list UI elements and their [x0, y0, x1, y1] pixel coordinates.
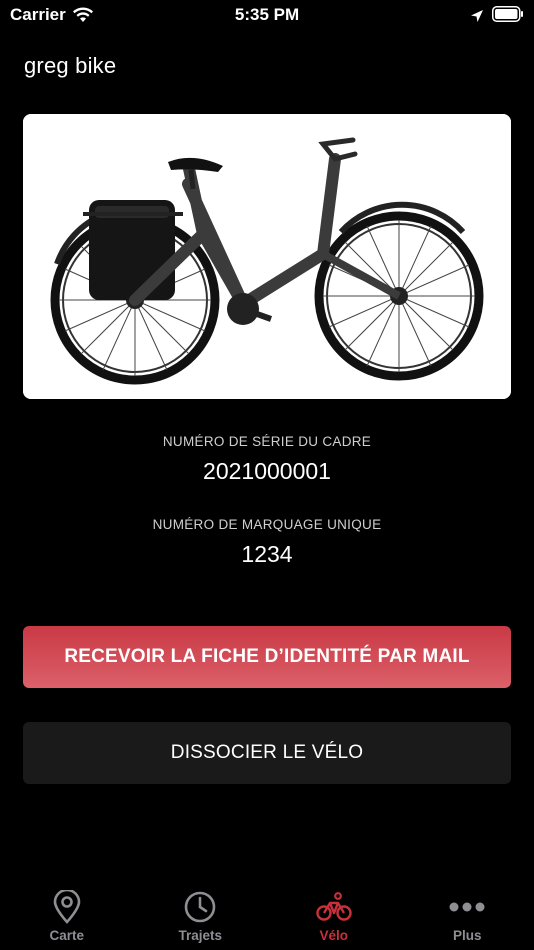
tab-label-velo: Vélo: [319, 928, 348, 943]
clock-time: 5:35 PM: [234, 5, 300, 24]
clock-icon: [183, 890, 217, 924]
frame-serial-value: 2021000001: [203, 458, 331, 484]
tab-trajets[interactable]: Trajets: [134, 880, 268, 950]
frame-serial-label: NUMÉRO DE SÉRIE DU CADRE: [162, 434, 372, 449]
unique-marking-label: NUMÉRO DE MARQUAGE UNIQUE: [152, 517, 382, 532]
tab-carte[interactable]: Carte: [0, 880, 134, 950]
bike-name-title: greg bike: [24, 53, 117, 78]
tab-label-trajets: Trajets: [178, 928, 223, 943]
tab-label-plus: Plus: [452, 928, 482, 943]
bike-photo: [23, 114, 511, 399]
unique-marking-value: 1234: [241, 541, 293, 567]
tab-bar: Carte Trajets Vélo Plus: [0, 880, 534, 950]
tab-plus[interactable]: Plus: [401, 880, 534, 950]
status-bar: Carrier 5:35 PM: [0, 0, 534, 30]
location-arrow-icon: [470, 8, 484, 28]
battery-icon: [492, 6, 524, 27]
dissociate-bike-button[interactable]: DISSOCIER LE VÉLO: [23, 722, 511, 784]
map-pin-icon: [52, 890, 82, 924]
tab-velo[interactable]: Vélo: [267, 880, 401, 950]
more-icon: [447, 890, 487, 924]
bike-screen: Carrier 5:35 PM greg bike NUMÉRO DE SÉRI…: [0, 0, 534, 950]
tab-label-carte: Carte: [49, 928, 84, 943]
send-identity-sheet-button[interactable]: RECEVOIR LA FICHE D’IDENTITÉ PAR MAIL: [23, 626, 511, 688]
bike-illustration: [23, 114, 511, 399]
bike-icon: [316, 890, 352, 924]
